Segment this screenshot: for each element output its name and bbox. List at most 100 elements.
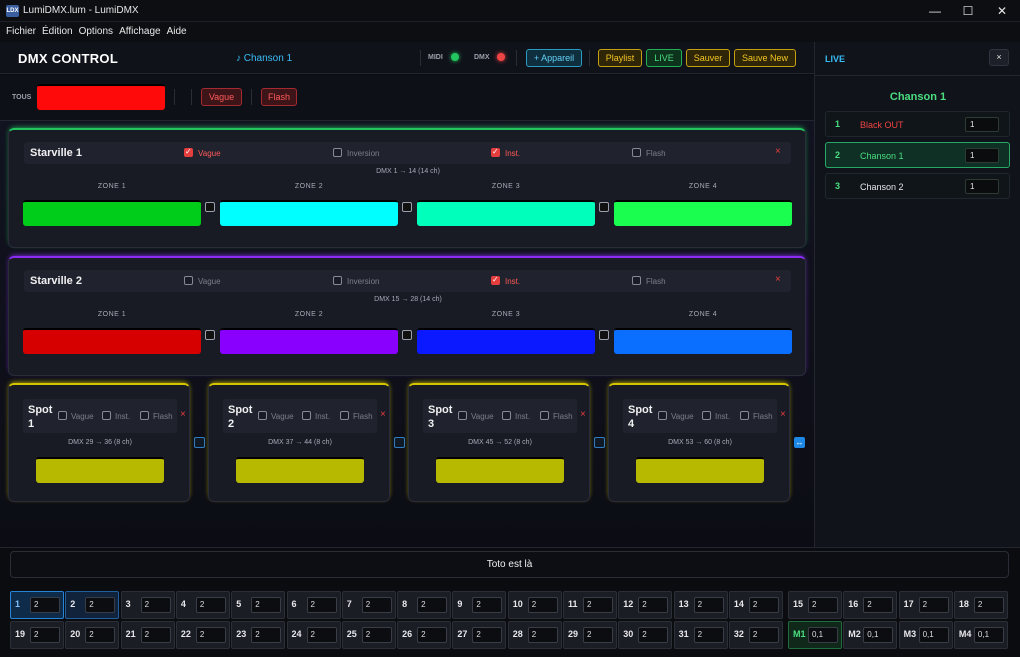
pad-value-input[interactable]: 2 bbox=[140, 597, 171, 613]
pad-value-input[interactable]: 2 bbox=[85, 597, 116, 613]
preset-pad[interactable]: 12 bbox=[10, 591, 64, 619]
checkbox-vague[interactable] bbox=[658, 411, 667, 420]
checkbox-vague[interactable] bbox=[184, 276, 193, 285]
checkbox-inst[interactable] bbox=[302, 411, 311, 420]
pad-value-input[interactable]: 2 bbox=[863, 597, 894, 613]
zone-link-checkbox[interactable] bbox=[205, 202, 215, 212]
pad-value-input[interactable]: 2 bbox=[583, 597, 613, 613]
checkbox-vague[interactable] bbox=[258, 411, 267, 420]
remove-spot-button[interactable]: × bbox=[380, 409, 386, 420]
remove-spot-button[interactable]: × bbox=[780, 409, 786, 420]
pad-value-input[interactable]: 2 bbox=[527, 597, 558, 613]
preset-pad[interactable]: 27 2 bbox=[452, 621, 507, 649]
preset-pad[interactable]: 13 2 bbox=[673, 591, 728, 619]
remove-spot-button[interactable]: × bbox=[180, 409, 186, 420]
pad-value-input[interactable]: 2 bbox=[306, 627, 337, 643]
pad-value-input[interactable]: 0,1 bbox=[918, 627, 949, 643]
pad-value-input[interactable]: 2 bbox=[918, 597, 949, 613]
master-pad[interactable]: M4 0,1 bbox=[953, 621, 1008, 649]
pad-value-input[interactable]: 2 bbox=[195, 627, 226, 643]
preset-pad[interactable]: 10 2 bbox=[507, 591, 562, 619]
preset-pad[interactable]: 52 bbox=[231, 591, 286, 619]
pad-value-input[interactable]: 2 bbox=[361, 597, 392, 613]
preset-pad[interactable]: 32 bbox=[120, 591, 175, 619]
preset-pad[interactable]: 28 2 bbox=[507, 621, 562, 649]
pad-value-input[interactable]: 2 bbox=[251, 627, 282, 643]
spot-color-picker[interactable] bbox=[436, 457, 564, 483]
zone-link-checkbox[interactable] bbox=[402, 330, 412, 340]
preset-pad[interactable]: 21 2 bbox=[120, 621, 175, 649]
menu-fichier[interactable]: Fichier bbox=[3, 22, 39, 42]
cue-item[interactable]: 3 Chanson 2 1 bbox=[825, 173, 1010, 199]
spot-link-checkbox[interactable] bbox=[194, 437, 205, 448]
preset-pad[interactable]: 25 2 bbox=[341, 621, 396, 649]
checkbox-flash[interactable] bbox=[140, 411, 149, 420]
zone-color-picker[interactable] bbox=[220, 328, 398, 354]
pad-value-input[interactable]: 2 bbox=[973, 597, 1004, 613]
save-button[interactable]: Sauver bbox=[686, 49, 730, 67]
pad-value-input[interactable]: 2 bbox=[638, 627, 669, 643]
preset-pad[interactable]: 30 2 bbox=[618, 621, 673, 649]
master-pad[interactable]: M3 0,1 bbox=[898, 621, 953, 649]
playlist-button[interactable]: Playlist bbox=[598, 49, 642, 67]
menu-affichage[interactable]: Affichage bbox=[116, 22, 164, 42]
checkbox-inst[interactable] bbox=[491, 147, 500, 157]
preset-pad[interactable]: 15 2 bbox=[788, 591, 842, 619]
preset-pad[interactable]: 26 2 bbox=[397, 621, 452, 649]
pad-value-input[interactable]: 2 bbox=[140, 627, 171, 643]
checkbox-flash[interactable] bbox=[340, 411, 349, 420]
preset-pad[interactable]: 18 2 bbox=[953, 591, 1008, 619]
remove-fixture-button[interactable]: × bbox=[775, 274, 781, 285]
close-window-button[interactable]: ✕ bbox=[985, 0, 1019, 22]
preset-pad[interactable]: 32 2 bbox=[728, 621, 783, 649]
pad-value-input[interactable]: 2 bbox=[30, 627, 60, 643]
zone-color-picker[interactable] bbox=[23, 200, 201, 226]
zone-link-checkbox[interactable] bbox=[599, 330, 609, 340]
preset-pad[interactable]: 11 2 bbox=[563, 591, 617, 619]
master-pad[interactable]: M1 0,1 bbox=[788, 621, 842, 649]
master-pad[interactable]: M2 0,1 bbox=[843, 621, 898, 649]
checkbox-vague[interactable] bbox=[458, 411, 467, 420]
pad-value-input[interactable]: 2 bbox=[195, 597, 226, 613]
save-new-button[interactable]: Sauve New bbox=[734, 49, 796, 67]
checkbox-inst[interactable] bbox=[102, 411, 111, 420]
preset-pad[interactable]: 62 bbox=[286, 591, 341, 619]
cue-item[interactable]: 1 Black OUT 1 bbox=[825, 111, 1010, 137]
pad-value-input[interactable]: 2 bbox=[85, 627, 116, 643]
pad-value-input[interactable]: 2 bbox=[472, 597, 503, 613]
preset-pad[interactable]: 92 bbox=[452, 591, 507, 619]
pad-value-input[interactable]: 2 bbox=[638, 597, 669, 613]
zone-color-picker[interactable] bbox=[614, 200, 792, 226]
zone-link-checkbox[interactable] bbox=[402, 202, 412, 212]
cue-value-input[interactable]: 1 bbox=[965, 117, 999, 132]
preset-pad[interactable]: 72 bbox=[341, 591, 396, 619]
zone-color-picker[interactable] bbox=[614, 328, 792, 354]
preset-pad[interactable]: 14 2 bbox=[728, 591, 783, 619]
pad-value-input[interactable]: 0,1 bbox=[973, 627, 1004, 643]
pad-value-input[interactable]: 2 bbox=[30, 597, 60, 613]
preset-pad[interactable]: 17 2 bbox=[898, 591, 953, 619]
preset-pad[interactable]: 16 2 bbox=[843, 591, 898, 619]
preset-pad[interactable]: 24 2 bbox=[286, 621, 341, 649]
checkbox-inversion[interactable] bbox=[333, 148, 342, 157]
minimize-button[interactable]: — bbox=[918, 0, 952, 22]
zone-color-picker[interactable] bbox=[220, 200, 398, 226]
pad-value-input[interactable]: 2 bbox=[748, 627, 779, 643]
close-sidebar-button[interactable]: × bbox=[989, 49, 1009, 66]
checkbox-flash[interactable] bbox=[632, 276, 641, 285]
spot-color-picker[interactable] bbox=[236, 457, 364, 483]
pad-value-input[interactable]: 2 bbox=[251, 597, 282, 613]
all-wave-button[interactable]: Vague bbox=[201, 88, 242, 106]
checkbox-inversion[interactable] bbox=[333, 276, 342, 285]
zone-color-picker[interactable] bbox=[417, 328, 595, 354]
checkbox-inst[interactable] bbox=[491, 275, 500, 285]
pad-value-input[interactable]: 2 bbox=[748, 597, 779, 613]
checkbox-inst[interactable] bbox=[702, 411, 711, 420]
zone-color-picker[interactable] bbox=[23, 328, 201, 354]
zone-link-checkbox[interactable] bbox=[599, 202, 609, 212]
all-fixtures-color-picker[interactable] bbox=[37, 84, 165, 110]
remove-fixture-button[interactable]: × bbox=[775, 146, 781, 157]
all-flash-button[interactable]: Flash bbox=[261, 88, 297, 106]
preset-pad[interactable]: 19 2 bbox=[10, 621, 64, 649]
pad-value-input[interactable]: 2 bbox=[306, 597, 337, 613]
